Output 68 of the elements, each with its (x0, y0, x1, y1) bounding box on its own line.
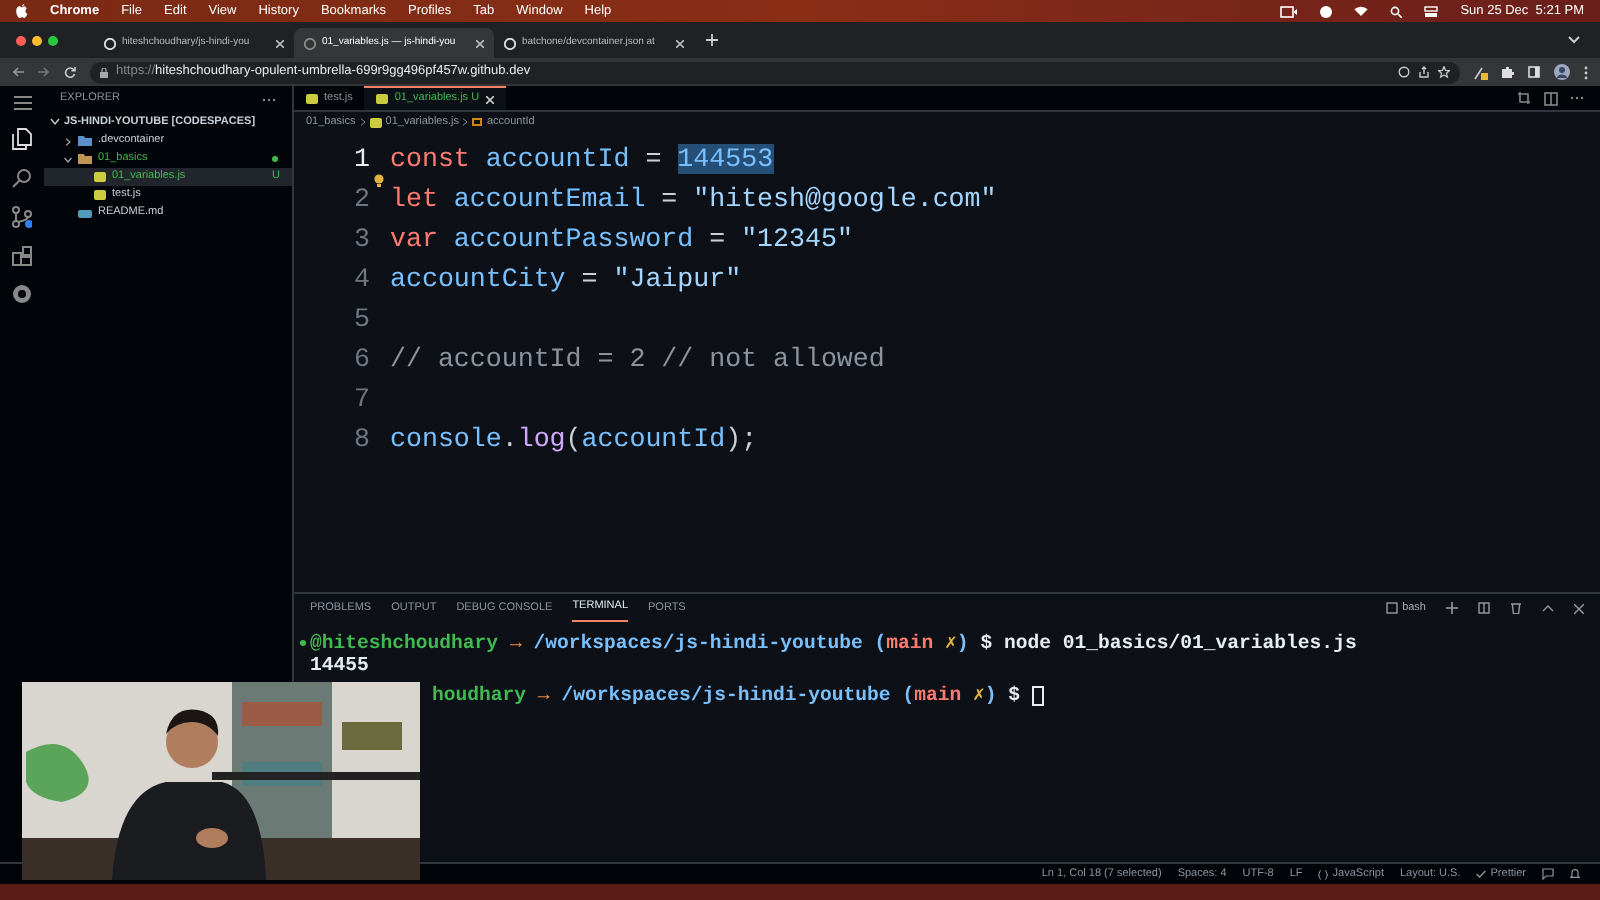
reload-icon[interactable] (64, 66, 76, 78)
close-icon[interactable] (476, 39, 484, 47)
close-icon[interactable] (676, 39, 684, 47)
bell-icon[interactable] (1570, 868, 1580, 880)
chevron-right-icon (359, 118, 366, 126)
tab-list-chevron-icon[interactable] (1568, 36, 1580, 44)
control-center-icon[interactable] (1424, 5, 1439, 17)
close-icon[interactable] (485, 95, 494, 103)
minimize-window-icon[interactable] (32, 35, 42, 45)
star-icon[interactable] (1438, 66, 1450, 78)
trash-icon[interactable] (1510, 602, 1522, 614)
line-number: 8 (352, 422, 370, 458)
plus-icon[interactable] (1446, 602, 1458, 614)
remote-icon[interactable] (12, 284, 32, 304)
new-tab-icon[interactable] (706, 34, 718, 46)
code-line: console.log(accountId); (390, 422, 758, 458)
terminal-line: @hiteshchoudhary → /workspaces/js-hindi-youtube (main ✗) $ node 01_basics/01_variables.js (310, 632, 1357, 655)
profile-avatar-icon[interactable] (1554, 64, 1570, 80)
code-line: var accountPassword = "12345" (390, 222, 853, 258)
js-file-icon (306, 93, 318, 103)
variable-icon (472, 118, 483, 126)
feedback-icon[interactable] (1542, 868, 1554, 880)
line-number: 1 (352, 142, 370, 178)
line-number: 5 (352, 302, 370, 338)
close-window-icon[interactable] (16, 35, 26, 45)
lightbulb-icon[interactable] (374, 174, 384, 188)
close-icon[interactable] (1574, 603, 1584, 613)
source-control-icon[interactable] (12, 206, 32, 228)
terminal-output: 14455 (310, 655, 369, 673)
braces-icon (1318, 869, 1329, 879)
split-editor-icon[interactable] (1544, 91, 1558, 105)
chevron-down-icon (64, 155, 72, 163)
search-icon[interactable] (1390, 5, 1403, 17)
chevron-up-icon[interactable] (1542, 604, 1554, 612)
close-icon[interactable] (276, 39, 284, 47)
maximize-window-icon[interactable] (48, 35, 58, 45)
wifi-icon[interactable] (1354, 6, 1369, 16)
split-terminal-icon[interactable] (1478, 602, 1490, 614)
share-icon[interactable] (1418, 66, 1430, 78)
chevron-right-icon (64, 137, 72, 145)
line-number: 3 (352, 222, 370, 258)
site-info-icon[interactable] (100, 67, 108, 77)
line-number: 4 (352, 262, 370, 298)
chevron-down-icon[interactable] (50, 118, 60, 126)
line-number: 7 (352, 382, 370, 418)
extensions-icon[interactable] (12, 246, 32, 266)
code-line: // accountId = 2 // not allowed (390, 342, 885, 378)
code-line: let accountEmail = "hitesh@google.com" (390, 182, 997, 218)
camera-icon[interactable] (1280, 5, 1299, 17)
compare-icon[interactable] (1518, 91, 1532, 105)
check-icon (1476, 870, 1487, 878)
pencil-icon[interactable] (1474, 65, 1488, 79)
code-line: const accountId = 144553 (390, 142, 774, 178)
terminal-icon[interactable] (1386, 602, 1399, 614)
forward-arrow-icon[interactable] (38, 66, 50, 78)
menu-icon[interactable] (13, 96, 31, 110)
chevron-right-icon (462, 118, 469, 126)
files-icon[interactable] (12, 128, 32, 150)
apple-icon[interactable] (16, 4, 28, 18)
puzzle-icon[interactable] (1502, 66, 1514, 78)
search-icon[interactable] (12, 168, 32, 188)
line-number: 6 (352, 342, 370, 378)
markdown-file-icon (78, 209, 92, 217)
side-panel-icon[interactable] (1528, 66, 1540, 78)
code-line: accountCity = "Jaipur" (390, 262, 742, 298)
terminal-line: houdhary → /workspaces/js-hindi-youtube (main ✗) $ (432, 684, 1021, 707)
line-number: 2 (352, 182, 370, 218)
back-arrow-icon[interactable] (12, 66, 24, 78)
